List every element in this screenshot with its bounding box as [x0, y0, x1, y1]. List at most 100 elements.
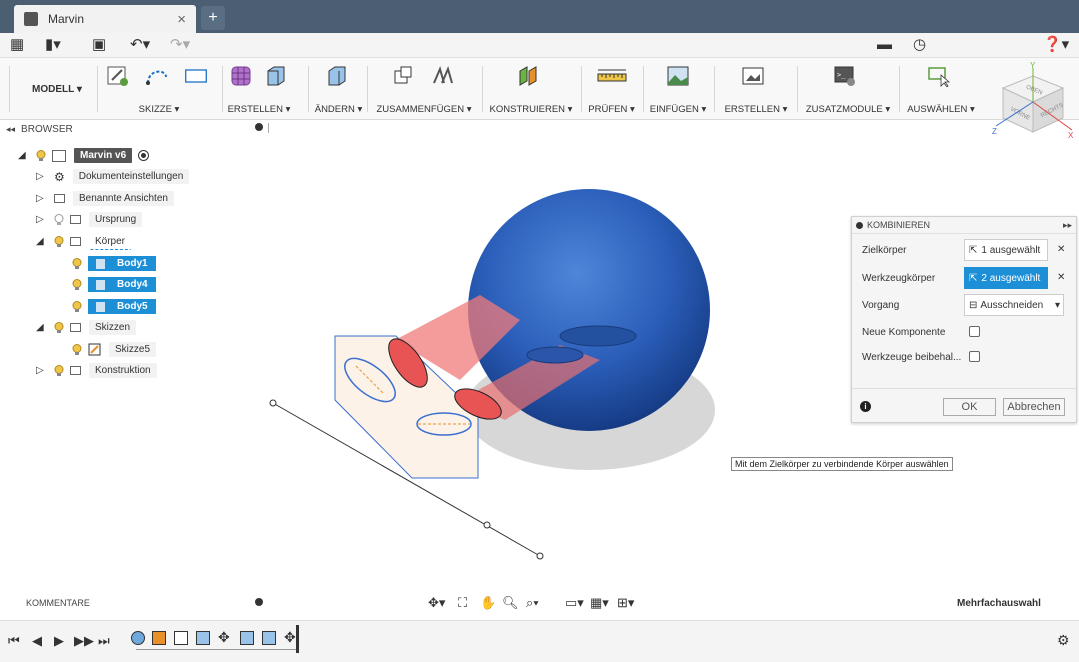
play-icon[interactable]: ▶ [54, 633, 64, 649]
view-cube[interactable]: OBEN VORNE RECHTS Y X Z [990, 62, 1076, 148]
tree-item-sketch5[interactable]: Skizze5 [72, 341, 157, 358]
tree-item-body1[interactable]: Body1 [72, 255, 156, 272]
timeline-feature-sketch-icon[interactable] [174, 631, 188, 645]
addins-menu[interactable]: ZUSATZMODULE ▾ [799, 104, 897, 115]
modify-menu[interactable]: ÄNDERN ▾ [311, 104, 366, 115]
visibility-bulb-icon[interactable] [72, 257, 82, 270]
visibility-bulb-icon[interactable] [72, 300, 82, 313]
timeline-feature-extrude-icon[interactable] [196, 631, 210, 645]
expanded-arrow-icon[interactable]: ◢ [18, 150, 28, 161]
timeline-feature-move-icon[interactable]: ✥ [218, 629, 230, 646]
new-tab-button[interactable]: + [201, 6, 225, 30]
pin-icon[interactable] [255, 123, 263, 131]
ribbon-group-construct[interactable]: KONSTRUIEREN ▾ [485, 58, 577, 120]
add-comment-icon[interactable] [255, 598, 263, 606]
create-menu[interactable]: ERSTELLEN ▾ [224, 104, 294, 115]
ribbon-group-insert[interactable]: EINFÜGEN ▾ [646, 58, 710, 120]
visibility-bulb-icon[interactable] [54, 364, 64, 377]
assemble-menu[interactable]: ZUSAMMENFÜGEN ▾ [370, 104, 478, 115]
ok-button[interactable]: OK [943, 398, 996, 416]
orbit-icon[interactable]: ✥▾ [428, 595, 445, 611]
ribbon-group-sketch[interactable]: SKIZZE ▾ [100, 58, 218, 120]
timeline-marker[interactable] [296, 625, 299, 653]
create-sketch-icon[interactable] [106, 65, 130, 87]
tree-item-bodies[interactable]: ◢ Körper [36, 233, 132, 250]
viewports-icon[interactable]: ⊞▾ [617, 595, 634, 611]
timeline-feature-plane-icon[interactable] [152, 631, 166, 645]
render-image-icon[interactable] [741, 65, 765, 87]
construct-menu[interactable]: KONSTRUIEREN ▾ [485, 104, 577, 115]
offset-plane-icon[interactable] [517, 65, 541, 87]
select-menu[interactable]: AUSWÄHLEN ▾ [901, 104, 981, 115]
collapsed-arrow-icon[interactable]: ▷ [36, 171, 46, 182]
undo-icon[interactable]: ↶▾ [130, 37, 150, 53]
expanded-arrow-icon[interactable]: ◢ [36, 236, 46, 247]
collapsed-arrow-icon[interactable]: ▷ [36, 214, 46, 225]
ribbon-group-addins[interactable]: >_ ZUSATZMODULE ▾ [799, 58, 897, 120]
insert-menu[interactable]: EINFÜGEN ▾ [646, 104, 710, 115]
scripts-addins-icon[interactable]: >_ [833, 65, 857, 87]
visibility-bulb-icon[interactable] [72, 343, 82, 356]
tree-item-body4[interactable]: Body4 [72, 276, 156, 293]
joint-icon[interactable] [430, 65, 454, 87]
timeline-settings-gear-icon[interactable]: ⚙ [1057, 632, 1070, 649]
visibility-bulb-icon[interactable] [54, 213, 64, 226]
activate-radio-icon[interactable] [138, 150, 150, 161]
new-component-icon[interactable] [392, 65, 416, 87]
collapse-panel-icon[interactable]: ◂◂ [6, 124, 15, 135]
extrude-icon[interactable] [264, 65, 288, 87]
root-component-label[interactable]: Marvin v6 [74, 148, 133, 163]
target-body-selector[interactable]: ⇱ 1 ausgewählt [964, 239, 1048, 261]
next-step-icon[interactable]: ▶▶ [74, 633, 94, 649]
info-icon[interactable]: i [860, 401, 871, 412]
combine-dialog[interactable]: KOMBINIEREN ▸▸ Zielkörper ⇱ 1 ausgewählt … [851, 216, 1077, 423]
browser-header[interactable]: ◂◂ BROWSER [0, 120, 273, 138]
workspace-switcher[interactable]: MODELL ▾ [12, 58, 98, 120]
zoom-icon[interactable]: 🔍︎ [502, 595, 519, 611]
clear-tool-icon[interactable]: ✕ [1057, 272, 1065, 283]
cancel-button[interactable]: Abbrechen [1003, 398, 1065, 416]
ribbon-group-inspect[interactable]: PRÜFEN ▾ [583, 58, 640, 120]
clear-target-icon[interactable]: ✕ [1057, 244, 1065, 255]
comment-icon[interactable]: ▬ [877, 37, 892, 53]
comments-panel-label[interactable]: KOMMENTARE [26, 598, 90, 608]
viewport-canvas[interactable] [265, 180, 735, 580]
look-at-icon[interactable]: ⛶ [458, 595, 467, 611]
history-icon[interactable]: ◷ [913, 37, 926, 53]
grid-settings-icon[interactable]: ▦▾ [590, 595, 609, 611]
sketch-menu[interactable]: SKIZZE ▾ [100, 104, 218, 115]
inspect-menu[interactable]: PRÜFEN ▾ [583, 104, 640, 115]
select-icon[interactable] [927, 65, 951, 87]
resize-handle-icon[interactable] [268, 123, 269, 133]
line-icon[interactable] [146, 65, 170, 87]
visibility-bulb-icon[interactable] [54, 235, 64, 248]
timeline-feature-move-icon[interactable]: ✥ [284, 629, 296, 646]
pin-icon[interactable] [856, 221, 863, 229]
timeline-feature-body-icon[interactable] [240, 631, 254, 645]
expand-dialog-icon[interactable]: ▸▸ [1063, 220, 1072, 231]
collapsed-arrow-icon[interactable]: ▷ [36, 365, 46, 376]
keep-tools-checkbox[interactable] [969, 351, 980, 362]
ribbon-group-create[interactable]: ERSTELLEN ▾ [224, 58, 294, 120]
tree-item-origin[interactable]: ▷ Ursprung [36, 211, 143, 228]
tree-item-construction[interactable]: ▷ Konstruktion [36, 362, 157, 379]
ribbon-group-modify[interactable]: ÄNDERN ▾ [311, 58, 366, 120]
tree-item-sketches[interactable]: ◢ Skizzen [36, 319, 137, 336]
ribbon-group-select[interactable]: AUSWÄHLEN ▾ [901, 58, 981, 120]
ribbon-group-make[interactable]: ERSTELLEN ▾ [717, 58, 795, 120]
app-grid-icon[interactable]: ▦ [10, 37, 24, 53]
press-pull-icon[interactable] [325, 65, 349, 87]
insert-image-icon[interactable] [666, 65, 690, 87]
ribbon-group-assemble[interactable]: ZUSAMMENFÜGEN ▾ [370, 58, 478, 120]
operation-dropdown[interactable]: ⊟ Ausschneiden ▾ [964, 294, 1064, 316]
tree-item-body5[interactable]: Body5 [72, 298, 156, 315]
tree-item-document-settings[interactable]: ▷ ⚙ Dokumenteinstellungen [36, 168, 190, 185]
collapsed-arrow-icon[interactable]: ▷ [36, 193, 46, 204]
form-icon[interactable] [230, 65, 254, 87]
last-step-icon[interactable]: ⏭ [98, 633, 110, 649]
rectangle-icon[interactable] [184, 65, 208, 87]
document-tab[interactable]: Marvin × [14, 5, 196, 33]
redo-icon[interactable]: ↷▾ [170, 37, 190, 53]
make-menu[interactable]: ERSTELLEN ▾ [717, 104, 795, 115]
display-settings-icon[interactable]: ▭▾ [565, 595, 584, 611]
